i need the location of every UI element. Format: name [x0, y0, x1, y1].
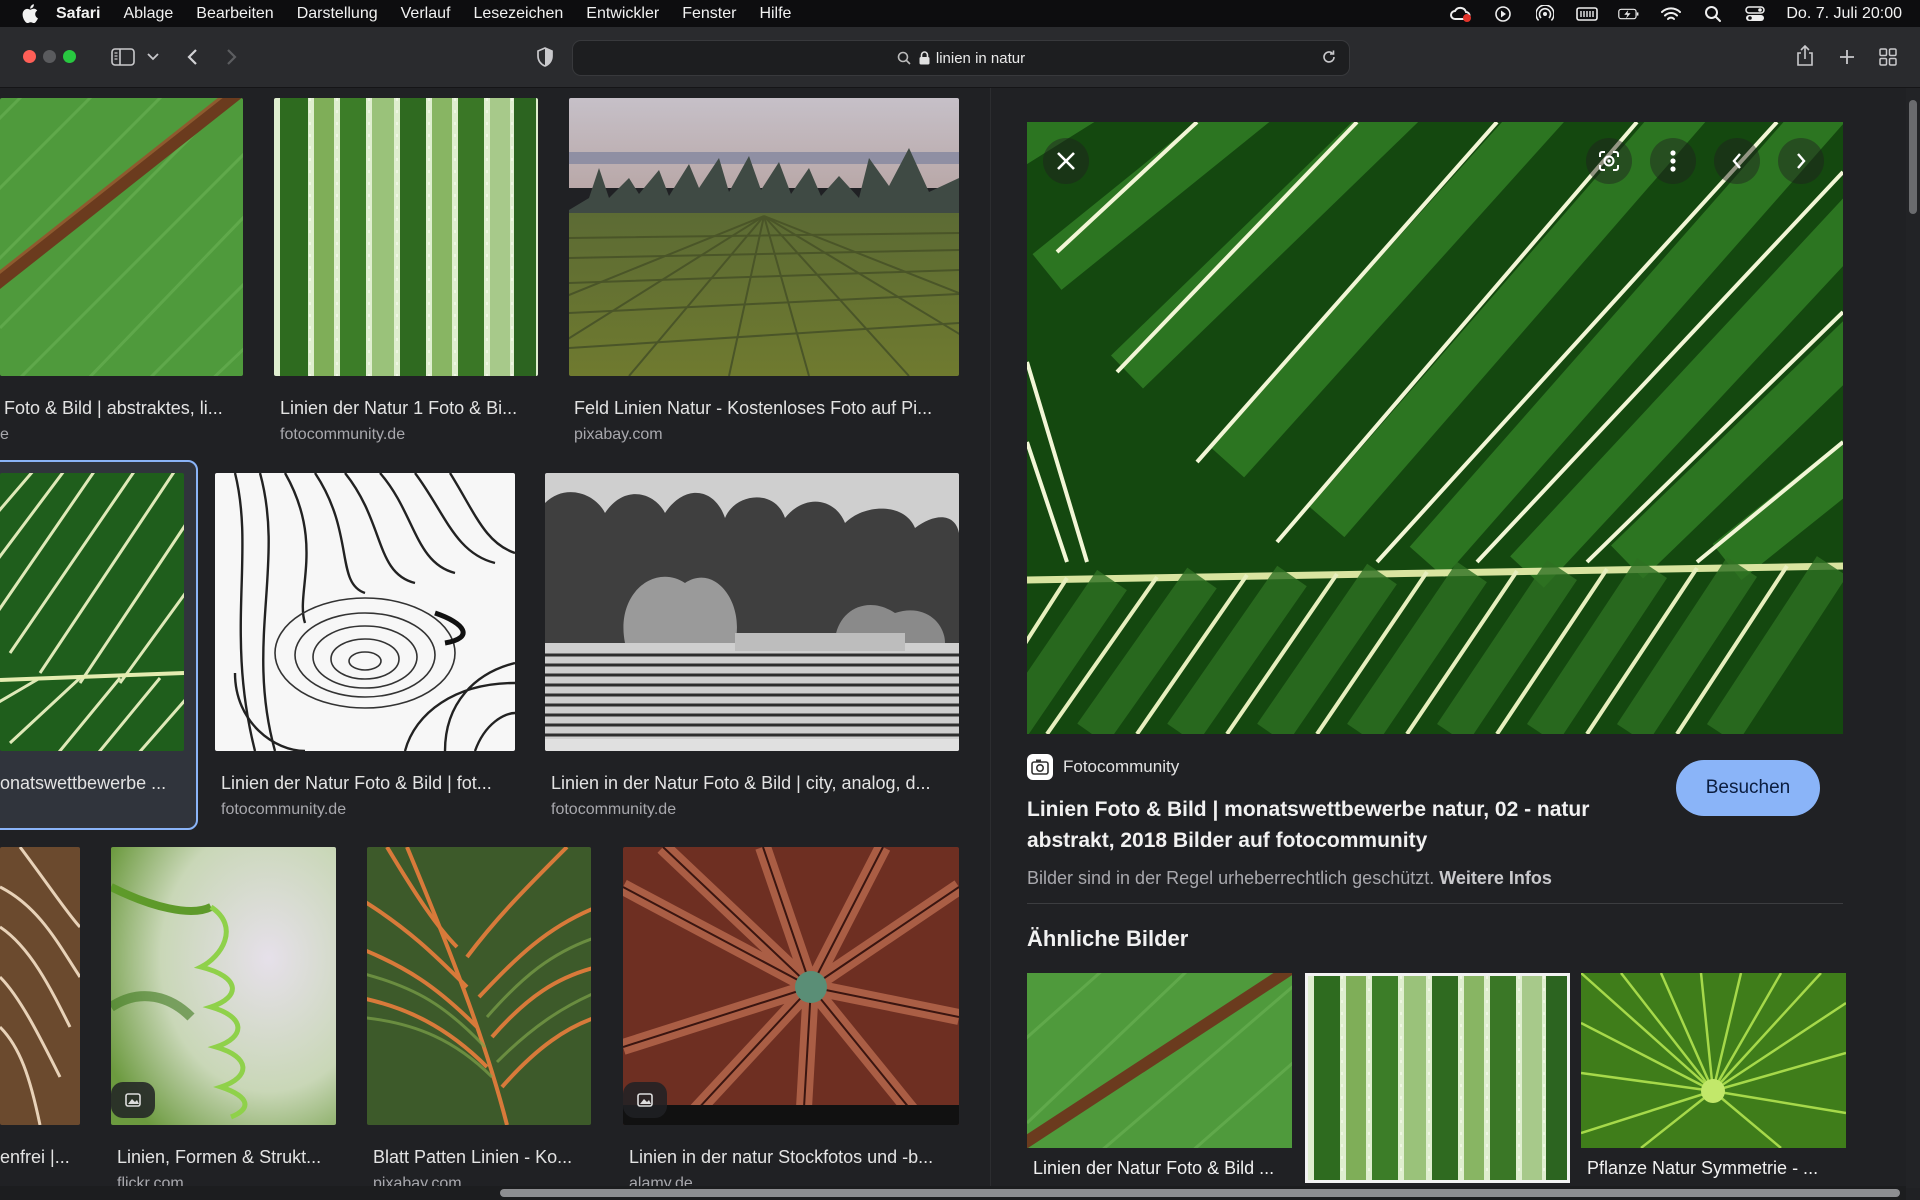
result-title[interactable]: Linien der Natur 1 Foto & Bi... — [280, 398, 517, 419]
result-image[interactable] — [215, 473, 515, 751]
result-title[interactable]: enfrei |... — [0, 1147, 70, 1168]
menu-verlauf[interactable]: Verlauf — [401, 5, 451, 23]
result-title[interactable]: onatswettbewerbe ... — [0, 773, 166, 794]
lens-button[interactable] — [1586, 138, 1632, 184]
similar-images-heading: Ähnliche Bilder — [1027, 926, 1189, 951]
back-icon[interactable] — [182, 46, 202, 68]
previous-image-button[interactable] — [1714, 138, 1760, 184]
more-options-button[interactable] — [1650, 138, 1696, 184]
preview-title[interactable]: Linien Foto & Bild | monatswettbewerbe n… — [1027, 794, 1667, 856]
forward-icon[interactable] — [222, 46, 242, 68]
result-source: fotocommunity.de — [551, 801, 677, 818]
result-image[interactable] — [0, 847, 80, 1125]
lock-icon — [919, 51, 930, 65]
wifi-icon[interactable] — [1660, 5, 1682, 23]
result-title[interactable]: Linien der Natur Foto & Bild | fot... — [221, 773, 492, 794]
similar-image[interactable] — [1581, 973, 1846, 1148]
menu-lesezeichen[interactable]: Lesezeichen — [473, 5, 563, 23]
horizontal-scrollbar[interactable] — [0, 1186, 1906, 1200]
menu-bearbeiten[interactable]: Bearbeiten — [196, 5, 273, 23]
apple-icon[interactable] — [18, 2, 42, 26]
result-title[interactable]: Linien in der Natur Foto & Bild | city, … — [551, 773, 931, 794]
result-image[interactable] — [545, 473, 959, 751]
image-badge-icon — [623, 1082, 667, 1118]
zoom-window-button[interactable] — [63, 50, 76, 63]
chevron-left-icon — [1732, 153, 1741, 169]
airdrop-icon[interactable] — [1534, 4, 1556, 23]
share-icon[interactable] — [1794, 44, 1816, 68]
result-title[interactable]: Linien, Formen & Strukt... — [117, 1147, 321, 1168]
address-bar[interactable]: linien in natur — [572, 40, 1350, 76]
similar-image[interactable] — [1027, 973, 1292, 1148]
more-vertical-icon — [1670, 150, 1676, 172]
result-source: fotocommunity.de — [280, 426, 406, 443]
memory-icon[interactable] — [1576, 5, 1599, 23]
play-icon[interactable] — [1492, 5, 1514, 23]
copyright-text: Bilder sind in der Regel urheberrechtlic… — [1027, 868, 1435, 888]
result-image[interactable] — [0, 473, 184, 751]
result-image[interactable] — [367, 847, 591, 1125]
reload-icon[interactable] — [1321, 49, 1337, 69]
menu-fenster[interactable]: Fenster — [682, 5, 736, 23]
vertical-scroll-thumb[interactable] — [1909, 100, 1917, 214]
close-preview-button[interactable] — [1043, 138, 1089, 184]
preview-source[interactable]: Fotocommunity — [1027, 754, 1179, 780]
divider — [1027, 903, 1843, 904]
result-image[interactable] — [623, 847, 959, 1125]
tab-overview-icon[interactable] — [1877, 46, 1899, 68]
battery-charging-icon[interactable] — [1618, 5, 1640, 23]
image-results-grid: Foto & Bild | abstraktes, li... e Linien… — [0, 88, 990, 1188]
control-center-icon[interactable] — [1744, 5, 1766, 23]
creative-cloud-icon[interactable] — [1450, 5, 1472, 23]
similar-image-title[interactable]: Pflanze Natur Symmetrie - ... — [1587, 1158, 1818, 1179]
similar-image[interactable] — [1305, 973, 1570, 1183]
menu-entwickler[interactable]: Entwickler — [586, 5, 659, 23]
similar-image-title[interactable]: Linien der Natur Foto & Bild ... — [1033, 1158, 1274, 1179]
image-badge-icon — [111, 1082, 155, 1118]
status-area: Do. 7. Juli 20:00 — [1450, 0, 1902, 27]
privacy-shield-icon[interactable] — [534, 46, 556, 68]
new-tab-icon[interactable] — [1836, 46, 1858, 68]
close-window-button[interactable] — [23, 50, 36, 63]
result-source: e — [0, 426, 9, 443]
result-source: pixabay.com — [574, 426, 663, 443]
vertical-scrollbar[interactable] — [1906, 88, 1920, 1188]
visit-button[interactable]: Besuchen — [1676, 760, 1820, 816]
horizontal-scroll-thumb[interactable] — [500, 1189, 1900, 1197]
spotlight-search-icon[interactable] — [1702, 5, 1724, 23]
chevron-right-icon — [1797, 153, 1806, 169]
search-icon — [897, 51, 911, 65]
result-title[interactable]: Feld Linien Natur - Kostenloses Foto auf… — [574, 398, 932, 419]
next-image-button[interactable] — [1778, 138, 1824, 184]
result-title[interactable]: Blatt Patten Linien - Ko... — [373, 1147, 572, 1168]
image-preview-panel: Fotocommunity Linien Foto & Bild | monat… — [990, 88, 1906, 1188]
more-info-link[interactable]: Weitere Infos — [1439, 868, 1552, 888]
copyright-notice: Bilder sind in der Regel urheberrechtlic… — [1027, 868, 1552, 889]
menu-darstellung[interactable]: Darstellung — [297, 5, 378, 23]
fotocommunity-favicon-icon — [1027, 754, 1053, 780]
sidebar-icon[interactable] — [110, 46, 136, 68]
preview-image[interactable] — [1027, 122, 1843, 734]
minimize-window-button[interactable] — [43, 50, 56, 63]
menu-app-name[interactable]: Safari — [56, 5, 100, 23]
result-title[interactable]: Foto & Bild | abstraktes, li... — [4, 398, 223, 419]
menu-ablage[interactable]: Ablage — [123, 5, 173, 23]
result-image[interactable] — [274, 98, 538, 376]
chevron-down-icon[interactable] — [145, 50, 161, 64]
menu-bar: Safari Ablage Bearbeiten Darstellung Ver… — [0, 0, 1920, 27]
close-icon — [1057, 152, 1075, 170]
source-name[interactable]: Fotocommunity — [1063, 757, 1179, 777]
url-text: linien in natur — [935, 49, 1026, 67]
menubar-clock[interactable]: Do. 7. Juli 20:00 — [1786, 5, 1902, 23]
google-lens-icon — [1599, 151, 1619, 171]
result-image[interactable] — [0, 98, 243, 376]
result-title[interactable]: Linien in der natur Stockfotos und -b... — [629, 1147, 933, 1168]
menu-hilfe[interactable]: Hilfe — [759, 5, 791, 23]
result-source: fotocommunity.de — [221, 801, 347, 818]
result-image[interactable] — [569, 98, 959, 376]
